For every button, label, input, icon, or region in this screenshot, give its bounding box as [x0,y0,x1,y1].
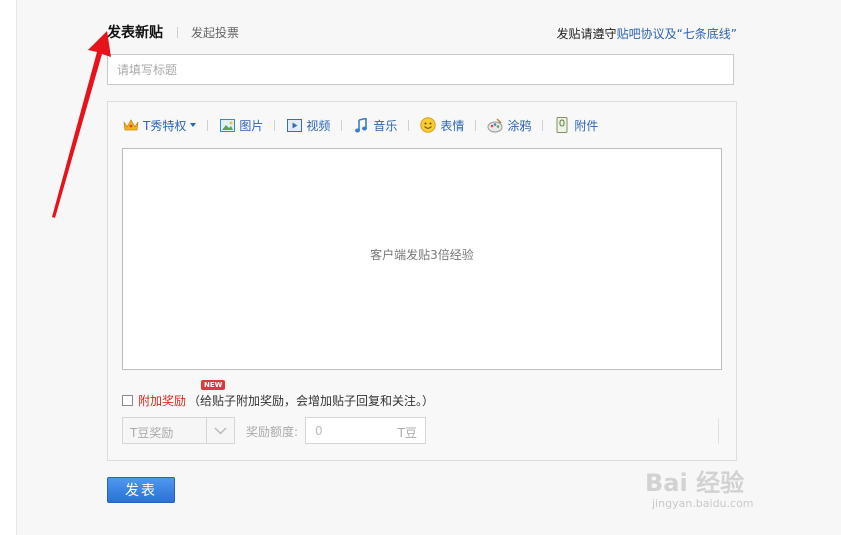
picture-icon [219,117,235,133]
chevron-down-icon [190,123,197,127]
toolbar-video[interactable]: 视频 [286,117,330,134]
smiley-icon [420,117,437,133]
reward-amount-value: 0 [315,424,323,438]
tab-start-vote[interactable]: 发起投票 [191,24,239,41]
toolbar-emoticon[interactable]: 表情 [420,117,464,134]
rules-prefix: 发贴请遵守 [556,27,617,41]
toolbar-graffiti[interactable]: 涂鸦 [487,117,531,134]
toolbar-attachment[interactable]: 附件 [554,117,598,134]
tab-divider [177,26,178,38]
editor-toolbar: T秀特权 图片 视频 音乐 表情 涂鸦 附件 [123,116,598,134]
reward-checkbox[interactable] [122,394,133,406]
submit-button[interactable]: 发表 [107,477,175,503]
toolbar-divider [408,119,410,131]
reward-label-text: 附加奖励 [138,393,187,408]
new-badge: NEW [201,379,226,390]
watermark-url: jingyan.baidu.com [652,497,754,510]
reward-description: （给贴子附加奖励，会增加贴子回复和关注。） [188,393,435,408]
reward-row: 附加奖励 NEW （给贴子附加奖励，会增加贴子回复和关注。） [122,379,435,409]
post-content-editor[interactable]: 客户端发贴3倍经验 [122,148,722,370]
editor-hint: 客户端发贴3倍经验 [370,248,474,262]
chevron-down-icon[interactable] [206,418,234,443]
post-tabs: 发表新贴 发起投票 [107,22,239,42]
graffiti-icon [487,117,503,133]
reward-type-value: T豆奖励 [130,426,174,440]
watermark-logo: Bai 经验 [645,469,745,497]
toolbar-divider [542,119,544,131]
reward-amount-label: 奖励额度: [246,425,299,439]
post-rules-notice: 发贴请遵守贴吧协议及“七条底线” [557,25,737,42]
rules-link[interactable]: 贴吧协议及“七条底线” [617,27,737,41]
toolbar-label: T秀特权 [143,118,187,133]
toolbar-label: 涂鸦 [507,118,532,133]
music-note-icon [353,117,369,133]
toolbar-divider [207,119,209,131]
toolbar-divider [475,119,477,131]
toolbar-label: 音乐 [373,118,398,133]
toolbar-label: 图片 [239,118,264,133]
reward-type-select[interactable]: T豆奖励 [122,417,235,444]
toolbar-divider [274,119,276,131]
reward-amount-input[interactable]: 0 T豆 [305,417,426,444]
toolbar-divider [341,119,343,131]
toolbar-label: 视频 [306,118,331,133]
toolbar-label: 附件 [574,118,599,133]
title-input[interactable] [107,54,734,85]
toolbar-label: 表情 [440,118,465,133]
baidu-jingyan-watermark: Bai 经验 jingyan.baidu.com [645,447,800,517]
attachment-icon [554,117,570,133]
toolbar-music[interactable]: 音乐 [353,117,397,134]
reward-amount-unit: T豆 [397,426,417,440]
crown-icon [123,117,139,133]
editor-container: T秀特权 图片 视频 音乐 表情 涂鸦 附件 客户端发贴3倍经验 附加奖励 NE… [107,101,737,461]
toolbar-picture[interactable]: 图片 [219,117,263,134]
video-icon [286,117,302,133]
tab-new-post[interactable]: 发表新贴 [107,22,163,42]
divider [718,418,719,444]
toolbar-tshow-privilege[interactable]: T秀特权 [123,117,197,134]
reward-label[interactable]: 附加奖励 NEW [138,379,226,409]
